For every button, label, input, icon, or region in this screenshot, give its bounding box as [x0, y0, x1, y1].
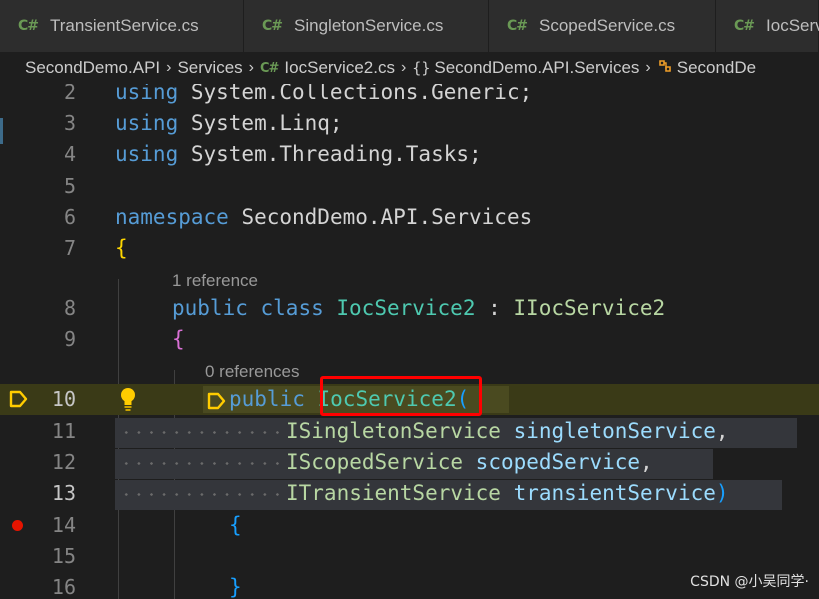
chevron-right-icon: › [400, 59, 407, 76]
csharp-file-icon: C# [262, 18, 283, 34]
debug-arrow-icon [206, 391, 228, 411]
keyword: using [115, 84, 179, 104]
parameter-name: singletonService [513, 419, 716, 443]
line-number: 8 [63, 296, 76, 320]
parameter-name: transientService [513, 481, 716, 505]
line-number: 14 [51, 513, 76, 537]
code-text: System.Linq; [178, 111, 343, 135]
parameter-name: scopedService [475, 450, 641, 474]
code-text: : [475, 296, 514, 320]
line-number: 12 [51, 450, 76, 474]
code-line: 6 namespace SecondDemo.API.Services [0, 202, 819, 233]
type-name: IocService2 [336, 296, 476, 320]
code-line: 7 { [0, 233, 819, 264]
chevron-right-icon: › [645, 59, 651, 76]
breadcrumb: SecondDemo.API › Services › C# IocServic… [0, 52, 819, 84]
highlight-box [320, 376, 482, 416]
interface-name: ITransientService [286, 481, 501, 505]
code-line: 5 [0, 171, 819, 202]
code-text: System.Collections.Generic; [178, 84, 533, 104]
chevron-right-icon: › [166, 59, 172, 76]
debug-arrow-icon[interactable] [8, 389, 30, 409]
brace: } [229, 575, 242, 599]
line-number: 7 [63, 236, 76, 260]
line-number: 2 [63, 84, 76, 104]
tab-transient-service[interactable]: C# TransientService.cs [0, 0, 244, 52]
tab-scoped-service[interactable]: C# ScopedService.cs [489, 0, 716, 52]
brace: { [229, 513, 242, 537]
tab-strip: C# TransientService.cs C# SingletonServi… [0, 0, 819, 52]
tab-singleton-service[interactable]: C# SingletonService.cs [244, 0, 489, 52]
csharp-file-icon: C# [734, 18, 755, 34]
keyword: public [229, 387, 305, 411]
line-number: 6 [63, 205, 76, 229]
code-line: 11 ISingletonService singletonService, [0, 416, 819, 447]
codelens-references[interactable]: 0 references [205, 361, 300, 383]
codelens-references[interactable]: 1 reference [172, 270, 258, 292]
csharp-file-icon: C# [18, 18, 39, 34]
code-line: 14 { [0, 510, 819, 541]
punctuation: , [715, 419, 729, 443]
keyword: public [172, 296, 248, 320]
class-icon [657, 58, 673, 79]
line-number: 3 [63, 111, 76, 135]
line-number: 4 [63, 142, 76, 166]
tab-label: TransientService.cs [50, 16, 199, 35]
keyword: using [115, 111, 179, 135]
interface-name: IScopedService [286, 450, 464, 474]
breadcrumb-class[interactable]: SecondDe [677, 58, 756, 78]
keyword: class [260, 296, 324, 320]
punctuation: , [640, 450, 653, 474]
brace: { [172, 327, 185, 351]
code-text: SecondDemo.API.Services [228, 205, 533, 229]
csharp-file-icon: C# [507, 18, 528, 34]
keyword: namespace [115, 205, 229, 229]
code-line: 12 IScopedService scopedService, [0, 447, 819, 478]
line-number: 15 [51, 544, 76, 568]
tab-label: ScopedService.cs [539, 16, 676, 35]
tab-label: SingletonService.cs [294, 16, 444, 35]
breadcrumb-project[interactable]: SecondDemo.API [25, 58, 160, 78]
code-line: 13 ITransientService transientService) [0, 478, 819, 509]
line-number: 11 [51, 419, 76, 443]
line-number: 13 [51, 481, 76, 505]
code-line: 2 using System.Collections.Generic; [0, 84, 819, 108]
watermark: CSDN @小吴同学· [688, 571, 811, 591]
line-number: 5 [63, 174, 76, 198]
namespace-icon: {} [412, 59, 431, 77]
breadcrumb-namespace[interactable]: SecondDemo.API.Services [434, 58, 639, 78]
paren: ) [715, 481, 729, 505]
code-editor[interactable]: 2 using System.Collections.Generic; 3 us… [0, 84, 819, 599]
code-line: 15 [0, 541, 819, 572]
csharp-file-icon: C# [259, 60, 279, 76]
tab-label: IocServ [766, 16, 819, 35]
code-line: 8 public class IocService2 : IIocService… [0, 293, 819, 324]
interface-name: IIocService2 [513, 296, 666, 320]
code-line: 4 using System.Threading.Tasks; [0, 139, 819, 170]
code-line: 9 { [0, 324, 819, 355]
chevron-right-icon: › [248, 59, 254, 76]
keyword: using [115, 142, 179, 166]
line-number: 10 [51, 387, 76, 411]
code-text: System.Threading.Tasks; [178, 142, 482, 166]
brace: { [115, 236, 128, 260]
line-number: 16 [51, 575, 76, 599]
code-line: 3 using System.Linq; [0, 108, 819, 139]
lightbulb-icon[interactable] [117, 386, 139, 412]
interface-name: ISingletonService [286, 419, 501, 443]
breadcrumb-folder[interactable]: Services [177, 58, 242, 78]
breadcrumb-file[interactable]: IocService2.cs [284, 58, 395, 78]
line-number: 9 [63, 327, 76, 351]
tab-ioc-service[interactable]: C# IocServ [716, 0, 819, 52]
breakpoint-icon[interactable] [12, 520, 23, 531]
